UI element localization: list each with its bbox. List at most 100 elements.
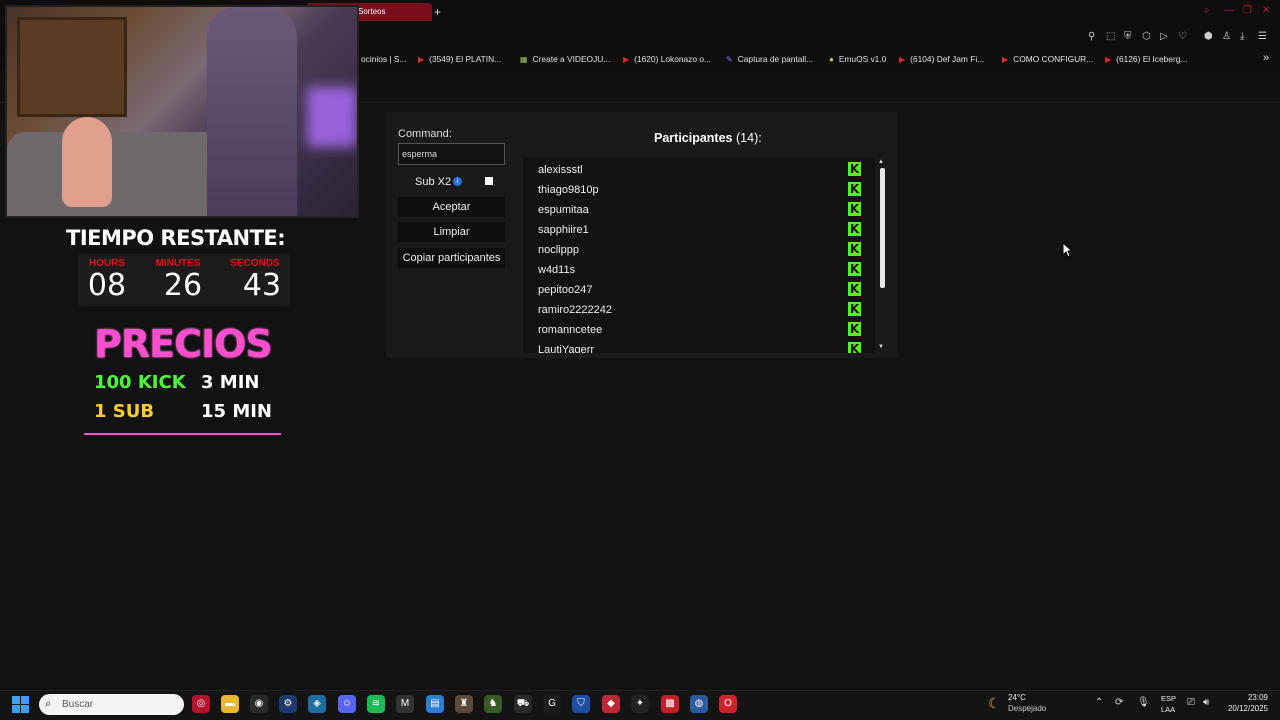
notepad-icon[interactable]: ▤ <box>426 695 444 713</box>
restore-icon[interactable]: ❐ <box>1243 5 1252 16</box>
youtube-icon: ▶ <box>418 55 425 64</box>
scroll-down-arrow[interactable]: ▼ <box>878 344 884 350</box>
list-item[interactable]: ramiro2222242 K <box>523 299 875 319</box>
pin-icon[interactable]: ⚲ <box>1088 31 1095 42</box>
list-item[interactable]: pepitoo247 K <box>523 279 875 299</box>
list-item[interactable]: espumitaa K <box>523 199 875 219</box>
app-icon[interactable]: ◈ <box>308 695 326 713</box>
language-layout[interactable]: LAA <box>1161 705 1175 714</box>
participants-title: Participantes (14): <box>654 131 762 145</box>
emu-icon: ● <box>829 55 834 64</box>
kick-icon: K <box>848 302 861 316</box>
play-icon[interactable]: ▷ <box>1160 31 1168 42</box>
steam-icon[interactable]: ⚙ <box>279 695 297 713</box>
participants-title-text: Participantes <box>654 131 733 145</box>
microphone-icon[interactable]: 🎙 <box>1137 697 1150 708</box>
list-item[interactable]: alexissstl K <box>523 159 875 179</box>
minimize-icon[interactable]: — <box>1224 5 1234 16</box>
app-icon[interactable]: ✦ <box>631 695 649 713</box>
list-item[interactable]: noclippp K <box>523 239 875 259</box>
bookmark-item[interactable]: ✎ Captura de pantall... <box>726 54 813 64</box>
volume-icon[interactable]: 🔊︎ <box>1203 697 1209 708</box>
bookmark-item[interactable]: ▶ (6104) Def Jam Fi... <box>899 54 984 64</box>
bookmarks-overflow-button[interactable]: » <box>1263 52 1269 64</box>
extensions-icon[interactable]: ⬢ <box>1204 31 1213 42</box>
search-icon: ⌕ <box>45 698 52 710</box>
scrollbar-thumb[interactable] <box>880 168 885 288</box>
shield-icon[interactable]: ⛨ <box>1124 31 1132 42</box>
youtube-icon: ▶ <box>1105 55 1112 64</box>
game-icon[interactable]: ♞ <box>484 695 502 713</box>
clear-button[interactable]: Limpiar <box>398 222 505 242</box>
close-icon[interactable]: ✕ <box>1262 5 1270 16</box>
opera-icon[interactable]: O <box>719 695 737 713</box>
weather-temp: 24°C <box>1008 693 1026 702</box>
opera-gx-icon[interactable]: ◎ <box>192 695 210 713</box>
profile-icon[interactable]: ♙ <box>1222 31 1231 42</box>
bookmark-item[interactable]: ▶ COMO CONFIGUR... <box>1002 54 1093 64</box>
kick-icon: K <box>848 342 861 353</box>
participant-name: alexissstl <box>538 164 583 176</box>
sync-icon[interactable]: ⟳ <box>1115 697 1123 708</box>
participant-name: thiago9810p <box>538 184 599 196</box>
app-icon[interactable]: G <box>543 695 561 713</box>
app-icon[interactable]: ◍ <box>690 695 708 713</box>
language-indicator[interactable]: ESP <box>1161 694 1176 703</box>
app-icon[interactable]: ◆ <box>602 695 620 713</box>
kick-icon: K <box>848 322 861 336</box>
bitwarden-icon[interactable]: ⛉ <box>572 695 590 713</box>
bookmark-item[interactable]: ▶ (1620) Lokonazo o... <box>623 54 711 64</box>
bookmark-item[interactable]: ocinios | S... <box>361 54 406 64</box>
participant-name: LautiYagerr <box>538 344 595 353</box>
screenshot-icon[interactable]: ⬚ <box>1106 31 1115 42</box>
bookmark-item[interactable]: ▦ Create a VIDEOJU... <box>520 54 610 64</box>
accept-button[interactable]: Aceptar <box>398 197 505 217</box>
command-input[interactable] <box>398 143 505 165</box>
kick-icon: K <box>848 282 861 296</box>
youtube-icon: ▶ <box>899 55 906 64</box>
timer-title: TIEMPO RESTANTE: <box>66 226 286 250</box>
start-button[interactable] <box>12 696 30 714</box>
network-icon[interactable]: ⎚ <box>1187 697 1195 708</box>
bookmark-item[interactable]: ▶ (6126) El Iceberg... <box>1105 54 1187 64</box>
scroll-up-arrow[interactable]: ▲ <box>878 159 884 165</box>
tray-overflow-icon[interactable]: ⌃ <box>1095 697 1103 708</box>
kick-icon: K <box>848 222 861 236</box>
cube-icon[interactable]: ⬡ <box>1142 31 1151 42</box>
webcam-feed <box>5 5 359 218</box>
list-item[interactable]: romanncetee K <box>523 319 875 339</box>
search-icon[interactable]: ⌕ <box>1204 5 1210 16</box>
participant-name: espumitaa <box>538 204 589 216</box>
kick-icon: K <box>848 162 861 176</box>
heart-icon[interactable]: ♡ <box>1178 31 1187 42</box>
kick-icon: K <box>848 262 861 276</box>
app-icon[interactable]: ▩ <box>661 695 679 713</box>
taskbar-search[interactable]: Buscar <box>39 694 184 715</box>
bookmark-item[interactable]: ● EmuOS v1.0 <box>829 54 886 64</box>
list-item[interactable]: thiago9810p K <box>523 179 875 199</box>
list-item[interactable]: sapphiire1 K <box>523 219 875 239</box>
discord-icon[interactable]: ☺ <box>338 695 356 713</box>
info-icon[interactable]: i <box>453 177 462 186</box>
bookmark-item[interactable]: ▶ (3549) El PLATIN... <box>418 54 501 64</box>
spotify-icon[interactable]: ≋ <box>367 695 385 713</box>
list-item[interactable]: w4d11s K <box>523 259 875 279</box>
prices-title: PRECIOS <box>94 322 273 366</box>
app-icon[interactable]: M <box>396 695 414 713</box>
clock-time[interactable]: 23:09 <box>1224 693 1268 702</box>
clock-date[interactable]: 20/12/2025 <box>1224 704 1268 713</box>
weather-moon-icon[interactable]: ☾ <box>988 695 1001 712</box>
file-explorer-icon[interactable]: ▬ <box>221 695 239 713</box>
game-icon[interactable]: ♜ <box>455 695 473 713</box>
chrome-icon[interactable]: ◉ <box>250 695 268 713</box>
download-icon[interactable]: ⤓ <box>1240 31 1244 42</box>
prices-underline <box>84 433 281 435</box>
car-icon[interactable]: ⛟ <box>514 695 532 713</box>
menu-icon[interactable]: ☰ <box>1258 31 1267 42</box>
list-item[interactable]: LautiYagerr K <box>523 339 875 353</box>
sub-x2-checkbox[interactable] <box>485 177 493 185</box>
price-kick-time: 3 MIN <box>201 372 260 393</box>
participants-list[interactable]: alexissstl K thiago9810p K espumitaa K sapp… <box>523 158 875 353</box>
copy-participants-button[interactable]: Copiar participantes <box>398 248 505 268</box>
new-tab-button[interactable]: + <box>434 5 441 19</box>
